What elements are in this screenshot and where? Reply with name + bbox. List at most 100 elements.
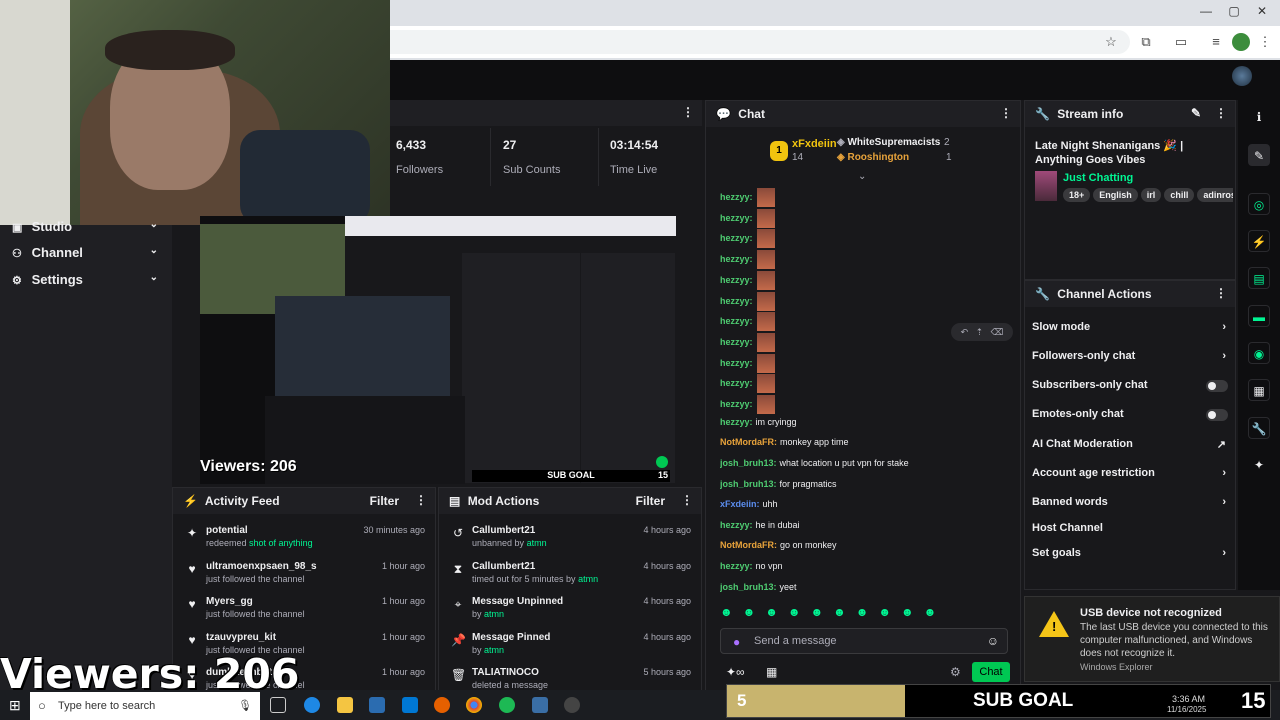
chat-message[interactable]: hezzyy: <box>720 353 1015 373</box>
edit-icon[interactable]: ✎ <box>1248 144 1270 166</box>
emotes-only-toggle[interactable] <box>1206 409 1228 421</box>
chat-username[interactable]: hezzyy: <box>720 316 753 326</box>
emoji-icon[interactable]: ☺ <box>987 634 999 648</box>
wrench-icon[interactable]: 🔧 <box>1248 417 1270 439</box>
chat-username[interactable]: xFxdeiin: <box>720 499 760 509</box>
obs-icon[interactable] <box>564 697 580 713</box>
action-ai-moderation[interactable]: AI Chat Moderation ↗ <box>1032 438 1230 454</box>
chat-username[interactable]: hezzyy: <box>720 561 753 571</box>
tag[interactable]: chill <box>1164 188 1195 202</box>
edge-icon[interactable] <box>304 697 320 713</box>
chat-message[interactable]: hezzyy: he in dubai <box>720 519 1015 531</box>
store-icon[interactable] <box>369 697 385 713</box>
chat-username[interactable]: josh_bruh13: <box>720 479 777 489</box>
mail-icon[interactable] <box>402 697 418 713</box>
chat-username[interactable]: hezzyy: <box>720 233 753 243</box>
chat-message[interactable]: hezzyy: <box>720 250 1015 270</box>
mic-icon[interactable]: ● <box>733 635 740 649</box>
message-actions[interactable]: ↶ ⇡ ⌫ <box>951 323 1013 341</box>
points-icon[interactable]: ✦∞ <box>726 665 745 679</box>
collapse-icon[interactable]: ⌄ <box>858 171 866 182</box>
scan-icon[interactable]: ◎ <box>1248 193 1270 215</box>
chat-username[interactable]: hezzyy: <box>720 254 753 264</box>
info-icon[interactable]: ℹ <box>1248 106 1270 128</box>
chat-username[interactable]: NotMordaFR: <box>720 540 777 550</box>
tag[interactable]: 18+ <box>1063 188 1091 202</box>
chat-username[interactable]: hezzyy: <box>720 213 753 223</box>
profile-avatar[interactable] <box>1232 33 1250 51</box>
task-view-icon[interactable] <box>270 697 286 713</box>
filter-button[interactable]: Filter <box>636 494 665 508</box>
activity-user[interactable]: Myers_gg <box>206 596 253 607</box>
usb-notification[interactable]: ! USB device not recognized The last USB… <box>1024 596 1280 682</box>
filter-button[interactable]: Filter <box>370 494 399 508</box>
extensions-icon[interactable]: ⧉ <box>1137 33 1155 51</box>
chat-message[interactable]: josh_bruh13: what location u put vpn for … <box>720 457 1015 469</box>
chat-send-button[interactable]: Chat <box>972 662 1010 682</box>
activity-item[interactable]: ♥ Myers_gg just followed the channel 1 hour… <box>173 593 435 629</box>
address-bar[interactable] <box>390 30 1130 54</box>
mod-action-item[interactable]: ⌖ Message Unpinned by atmn 4 hours ago <box>439 593 701 629</box>
chat-username[interactable]: hezzyy: <box>720 417 753 427</box>
action-subscribers-only[interactable]: Subscribers-only chat <box>1032 379 1230 395</box>
mod-action-item[interactable]: 📌 Message Pinned by atmn 4 hours ago <box>439 629 701 665</box>
chat-username[interactable]: hezzyy: <box>720 357 753 367</box>
media-icon[interactable]: ≡ <box>1207 33 1225 51</box>
activity-user[interactable]: tzauvypreu_kit <box>206 632 276 643</box>
chat-message[interactable]: hezzyy: <box>720 291 1015 311</box>
maximize-button[interactable]: ▢ <box>1224 4 1244 22</box>
action-banned-words[interactable]: Banned words › <box>1032 496 1230 512</box>
file-explorer-icon[interactable] <box>337 697 353 713</box>
mod-action-moderator[interactable]: atmn <box>578 574 598 584</box>
notes-icon[interactable]: ▤ <box>1248 267 1270 289</box>
chat-message[interactable]: hezzyy: <box>720 374 1015 394</box>
chat-bubble-icon[interactable]: ▬ <box>1248 305 1270 327</box>
gift-box-icon[interactable]: ▦ <box>766 665 777 679</box>
action-followers-only[interactable]: Followers-only chat › <box>1032 350 1230 366</box>
chat-username[interactable]: hezzyy: <box>720 378 753 388</box>
points-icon[interactable]: ✦ <box>1248 454 1270 476</box>
sidebar-item-studio[interactable]: ▣ Studio ⌄ <box>12 219 162 241</box>
chat-message[interactable]: josh_bruh13: for pragmatics <box>720 478 1015 490</box>
chat-message[interactable]: NotMordaFR: monkey app time <box>720 436 1015 448</box>
cast-icon[interactable]: ▭ <box>1172 33 1190 51</box>
activity-item[interactable]: ✦ potential redeemed shot of anything 30 mi… <box>173 522 435 558</box>
category-link[interactable]: Just Chatting <box>1063 172 1133 184</box>
kebab-icon[interactable]: ⋮ <box>1215 286 1227 300</box>
chat-message[interactable]: hezzyy: <box>720 208 1015 228</box>
sidebar-item-channel[interactable]: ⚇ Channel ⌄ <box>12 245 162 267</box>
chat-username[interactable]: josh_bruh13: <box>720 582 777 592</box>
mod-action-item[interactable]: ↺ Callumbert21 unbanned by atmn 4 hours ago <box>439 522 701 558</box>
chat-username[interactable]: hezzyy: <box>720 399 753 409</box>
activity-user[interactable]: potential <box>206 525 248 536</box>
sidebar-item-settings[interactable]: ⚙ Settings ⌄ <box>12 272 162 294</box>
chat-username[interactable]: hezzyy: <box>720 520 753 530</box>
kebab-icon[interactable]: ⋮ <box>415 493 427 507</box>
browser-menu-icon[interactable]: ⋮ <box>1256 33 1274 51</box>
user-avatar[interactable] <box>1232 66 1252 86</box>
chat-message[interactable]: xFxdeiin: uhh <box>720 498 1015 510</box>
stream-preview[interactable]: Viewers: 206 SUB GOAL 15 <box>200 216 676 484</box>
kebab-icon[interactable]: ⋮ <box>1000 106 1012 120</box>
mod-action-moderator[interactable]: atmn <box>527 538 547 548</box>
mod-action-moderator[interactable]: atmn <box>484 609 504 619</box>
lightning-icon[interactable]: ⚡ <box>1248 230 1270 252</box>
chat-message[interactable]: hezzyy: im cryingg <box>720 416 1015 428</box>
chat-username[interactable]: hezzyy: <box>720 295 753 305</box>
kebab-icon[interactable]: ⋮ <box>681 493 693 507</box>
chat-username[interactable]: hezzyy: <box>720 192 753 202</box>
edit-icon[interactable]: ✎ <box>1191 106 1201 120</box>
chat-message[interactable]: hezzyy: <box>720 229 1015 249</box>
close-button[interactable]: ✕ <box>1252 4 1272 22</box>
app-icon[interactable] <box>532 697 548 713</box>
subscribers-only-toggle[interactable] <box>1206 380 1228 392</box>
layout-icon[interactable]: ▦ <box>1248 379 1270 401</box>
broadcast-icon[interactable]: ◉ <box>1248 342 1270 364</box>
taskbar-search[interactable]: ○ Type here to search 🎙 <box>30 692 260 720</box>
emote-bar[interactable]: ☻☻☻☻☻☻☻☻☻☻ <box>720 605 946 619</box>
action-set-goals[interactable]: Set goals › <box>1032 547 1230 563</box>
bookmark-star-icon[interactable]: ☆ <box>1102 33 1120 51</box>
kebab-icon[interactable]: ⋮ <box>682 105 694 119</box>
chat-username[interactable]: josh_bruh13: <box>720 458 777 468</box>
chat-username[interactable]: hezzyy: <box>720 275 753 285</box>
